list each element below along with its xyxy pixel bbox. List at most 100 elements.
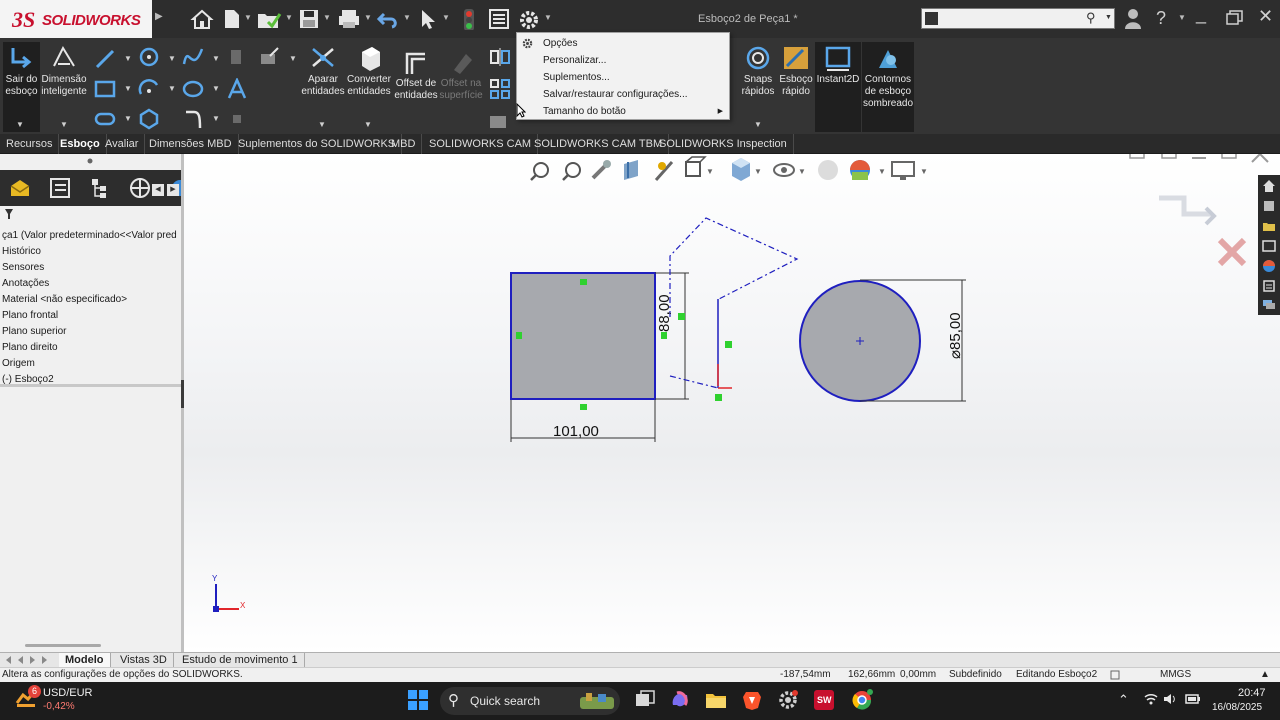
tab-suplementos[interactable]: Suplementos do SOLIDWORKS xyxy=(232,134,403,154)
file-explorer-icon[interactable] xyxy=(1262,219,1276,233)
tree-item-plano-frontal[interactable]: Plano frontal xyxy=(0,308,181,324)
minimize-app-icon[interactable]: _ xyxy=(1196,4,1206,25)
view-settings-dropdown-icon[interactable]: ▼ xyxy=(920,167,928,176)
home-icon[interactable] xyxy=(190,8,214,30)
undo-icon[interactable] xyxy=(376,8,400,30)
offset-entities-button[interactable]: Offset de entidades xyxy=(393,48,439,102)
apply-scene-icon[interactable] xyxy=(850,160,870,180)
plane-dropdown-icon[interactable]: ▼ xyxy=(289,54,297,63)
slot-dropdown-icon[interactable]: ▼ xyxy=(124,114,132,123)
options-gear-icon[interactable] xyxy=(516,8,542,30)
tree-item-sensores[interactable]: Sensores xyxy=(0,260,181,276)
dynamic-annotation-icon[interactable] xyxy=(654,161,674,181)
dimxpert-manager-icon[interactable] xyxy=(128,176,152,200)
configuration-manager-icon[interactable] xyxy=(88,176,112,200)
arc-dropdown-icon[interactable]: ▼ xyxy=(168,84,176,93)
shaded-sketch-contours-button[interactable]: Contornos de esboço sombreado xyxy=(862,44,914,110)
appearances-icon[interactable] xyxy=(1262,259,1276,273)
instant2d-button[interactable]: Instant2D xyxy=(815,44,861,86)
tree-item-material[interactable]: Material <não especificado> xyxy=(0,292,181,308)
exit-sketch-dropdown-icon[interactable]: ▼ xyxy=(16,120,24,129)
exit-sketch-button[interactable]: Sair do esboço xyxy=(3,44,40,98)
unit-system[interactable]: MMGS xyxy=(1160,669,1191,680)
arc-tool-icon[interactable] xyxy=(138,78,160,100)
rebuild-traffic-light-icon[interactable] xyxy=(461,8,477,30)
display-style-icon[interactable] xyxy=(732,158,750,181)
convert-entities-button[interactable]: Converter entidades xyxy=(346,44,392,98)
feature-manager-tree-icon[interactable] xyxy=(8,176,32,200)
currency-pair[interactable]: USD/EUR xyxy=(43,687,93,699)
height-dimension[interactable] xyxy=(655,272,689,400)
open-document-icon[interactable] xyxy=(256,8,282,30)
tab-navigation-arrows-icon[interactable] xyxy=(4,655,56,665)
tab-estudo-movimento[interactable]: Estudo de movimento 1 xyxy=(176,653,305,667)
tab-modelo[interactable]: Modelo xyxy=(59,653,111,667)
panel-scroll-left-icon[interactable]: ◀ xyxy=(152,184,164,196)
viewport-restore-icon[interactable] xyxy=(1221,154,1237,159)
section-view-icon[interactable] xyxy=(624,160,638,180)
show-hidden-icons-icon[interactable]: ⌃ xyxy=(1118,692,1129,708)
task-view-icon[interactable] xyxy=(634,689,656,711)
select-dropdown-icon[interactable]: ▼ xyxy=(442,13,450,22)
design-library-icon[interactable] xyxy=(1262,199,1276,213)
hide-show-dropdown-icon[interactable]: ▼ xyxy=(798,167,806,176)
wifi-icon[interactable] xyxy=(1144,692,1158,706)
rebuild-status-icon[interactable] xyxy=(1110,670,1120,680)
solidworks-forum-icon[interactable] xyxy=(1262,297,1276,311)
battery-icon[interactable] xyxy=(1185,692,1201,706)
taskbar-search[interactable]: ⚲ Quick search xyxy=(440,687,620,715)
tab-dimensoes-mbd[interactable]: Dimensões MBD xyxy=(143,134,239,154)
ellipse-dropdown-icon[interactable]: ▼ xyxy=(212,84,220,93)
construction-line-lower[interactable] xyxy=(669,375,719,389)
rect-height-value[interactable]: 88,00 xyxy=(656,294,673,332)
custom-properties-icon[interactable] xyxy=(1262,279,1276,293)
tab-recursos[interactable]: Recursos xyxy=(0,134,60,154)
panel-collapse-dot-icon[interactable] xyxy=(87,158,93,164)
status-expand-icon[interactable]: ▲ xyxy=(1260,669,1270,680)
linear-pattern-icon[interactable] xyxy=(489,78,511,100)
smart-dimension-button[interactable]: Dimensão inteligente xyxy=(41,44,87,98)
print-dropdown-icon[interactable]: ▼ xyxy=(364,13,372,22)
settings-app-icon[interactable] xyxy=(777,689,799,711)
tab-solidworks-cam[interactable]: SOLIDWORKS CAM xyxy=(423,134,539,154)
fillet-dropdown-icon[interactable]: ▼ xyxy=(212,114,220,123)
text-tool-icon[interactable] xyxy=(226,78,248,100)
quick-snaps-dropdown-icon[interactable]: ▼ xyxy=(754,120,762,129)
select-cursor-icon[interactable] xyxy=(418,8,438,30)
clock-time[interactable]: 20:47 xyxy=(1238,687,1266,699)
new-dropdown-icon[interactable]: ▼ xyxy=(244,13,252,22)
copilot-icon[interactable] xyxy=(669,689,691,711)
rollback-bar[interactable] xyxy=(0,384,181,387)
hide-show-items-icon[interactable] xyxy=(773,163,795,177)
brave-browser-icon[interactable] xyxy=(741,689,763,711)
tree-item-anotacoes[interactable]: Anotações xyxy=(0,276,181,292)
move-entities-icon[interactable] xyxy=(487,108,509,130)
menu-item-personalizar[interactable]: Personalizar... xyxy=(517,52,729,69)
menu-expand-arrow-icon[interactable]: ▶ xyxy=(155,11,163,22)
sw-resources-icon[interactable] xyxy=(1262,179,1276,193)
tree-item-part[interactable]: ça1 (Valor predeterminado<<Valor pred xyxy=(0,228,181,244)
help-dropdown-icon[interactable]: ▼ xyxy=(1178,13,1186,22)
save-dropdown-icon[interactable]: ▼ xyxy=(323,13,331,22)
circle-diameter-value[interactable]: ⌀85,00 xyxy=(946,312,964,359)
tab-avaliar[interactable]: Avaliar xyxy=(99,134,146,154)
search-commands-box[interactable]: ⚲ ▼ xyxy=(921,8,1115,29)
print-icon[interactable] xyxy=(337,8,361,30)
tree-item-origem[interactable]: Origem xyxy=(0,356,181,372)
sketch-rectangle[interactable] xyxy=(510,272,656,400)
ellipse-tool-icon[interactable] xyxy=(182,78,204,100)
previous-view-icon[interactable] xyxy=(591,160,611,180)
view-palette-icon[interactable] xyxy=(1262,239,1276,253)
quick-snaps-button[interactable]: Snaps rápidos xyxy=(737,44,779,98)
viewport-split-icon[interactable] xyxy=(1161,154,1177,159)
clock-date[interactable]: 16/08/2025 xyxy=(1212,702,1262,713)
line-tool-icon[interactable] xyxy=(94,48,116,70)
tree-item-plano-superior[interactable]: Plano superior xyxy=(0,324,181,340)
menu-item-suplementos[interactable]: Suplementos... xyxy=(517,69,729,86)
search-dropdown-icon[interactable]: ▼ xyxy=(1105,14,1112,21)
view-settings-icon[interactable] xyxy=(891,161,915,180)
options-dropdown-icon[interactable]: ▼ xyxy=(544,13,552,22)
view-orientation-icon[interactable] xyxy=(685,156,707,177)
exit-sketch-corner-icon[interactable] xyxy=(1159,195,1212,217)
search-input[interactable] xyxy=(942,11,1082,26)
